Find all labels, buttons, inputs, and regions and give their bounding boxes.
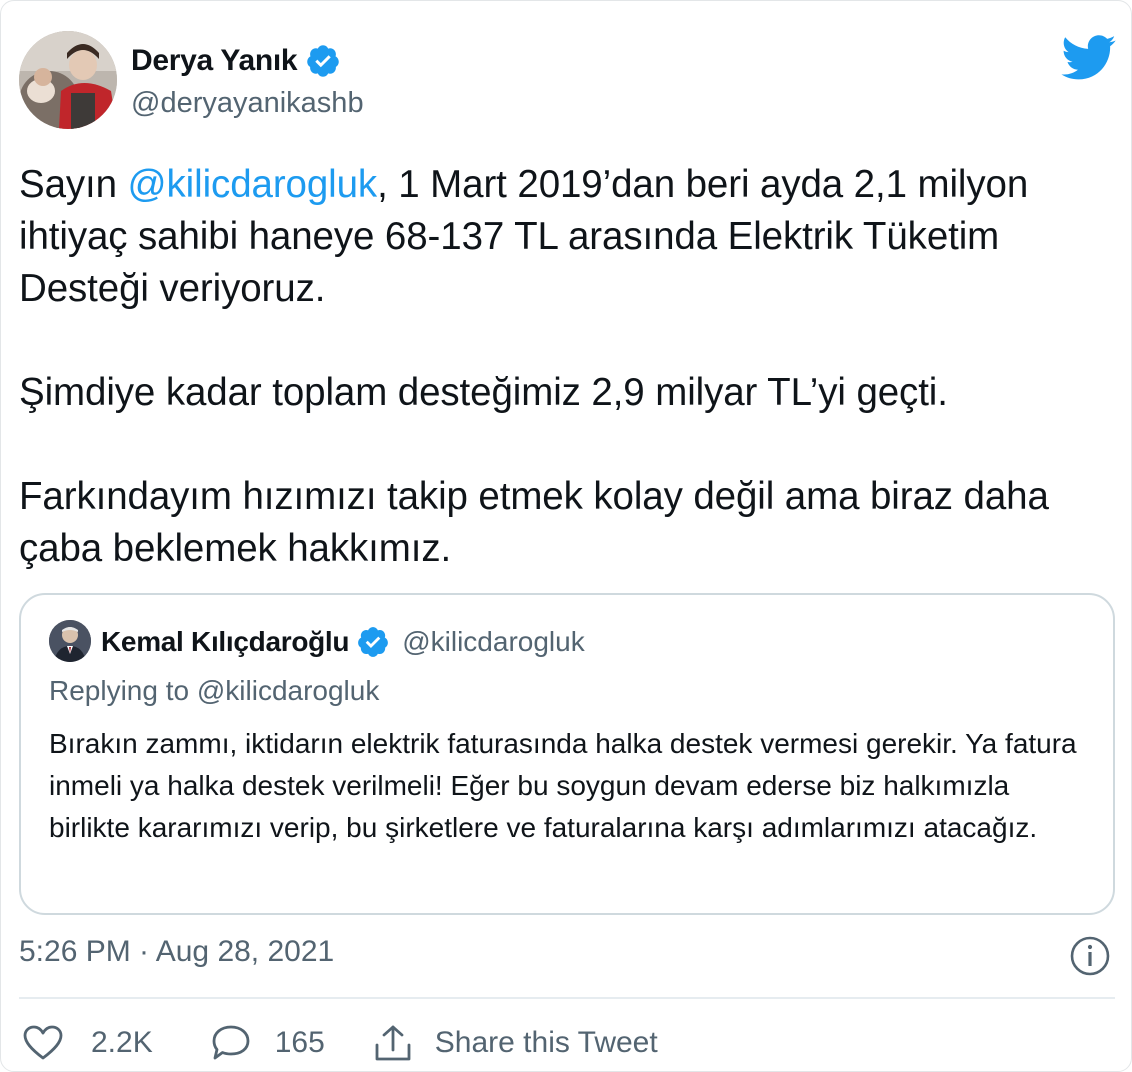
share-label: Share this Tweet (434, 1026, 658, 1059)
quoted-tweet[interactable]: Kemal Kılıçdaroğlu @kilicdarogluk Replyi… (19, 593, 1115, 915)
speech-bubble-icon (212, 1025, 250, 1060)
like-button[interactable]: 2.2K (23, 1025, 153, 1061)
author-avatar[interactable] (19, 31, 117, 129)
quoted-tweet-text: Bırakın zammı, iktidarın elektrik fatura… (49, 728, 1077, 843)
like-count: 2.2K (91, 1026, 153, 1059)
mention-link[interactable]: @kilicdarogluk (128, 163, 378, 206)
replying-to: Replying to @kilicdarogluk (49, 675, 380, 706)
verified-badge-icon (358, 627, 389, 657)
quoted-author-avatar (49, 620, 91, 662)
tweet-card: Derya Yanık @deryayanikashb Sayın @kilic… (0, 0, 1132, 1072)
reply-button[interactable]: 165 (211, 1024, 325, 1062)
tweet-text-segment: Sayın (19, 163, 128, 206)
share-tweet-button[interactable]: Share this Tweet (373, 1023, 658, 1063)
action-bar: 2.2K 165 Share this Tweet (23, 1021, 658, 1065)
twitter-bird-icon[interactable] (1061, 35, 1117, 81)
quoted-author-name: Kemal Kılıçdaroğlu (101, 626, 350, 657)
tweet-paragraph-3: Farkındayım hızımızı takip etmek kolay d… (19, 475, 1049, 570)
author-name-row: Derya Yanık (131, 41, 341, 81)
quoted-author-handle: @kilicdarogluk (402, 626, 585, 657)
tweet-paragraph-1: Sayın @kilicdarogluk, 1 Mart 2019’dan be… (19, 159, 1109, 315)
tweet-paragraph-2: Şimdiye kadar toplam desteğimiz 2,9 mily… (19, 371, 948, 414)
info-icon[interactable] (1069, 935, 1111, 977)
share-icon (375, 1025, 411, 1061)
heart-icon (23, 1025, 63, 1060)
author-name[interactable]: Derya Yanık (131, 44, 298, 78)
divider (19, 997, 1115, 999)
tweet-timestamp[interactable]: 5:26 PM · Aug 28, 2021 (19, 935, 334, 969)
tweet-text: Sayın @kilicdarogluk, 1 Mart 2019’dan be… (19, 159, 1109, 575)
verified-badge-icon (307, 45, 340, 77)
quoted-header: Kemal Kılıçdaroğlu @kilicdarogluk (101, 621, 585, 663)
reply-count: 165 (274, 1026, 325, 1059)
author-handle[interactable]: @deryayanikashb (131, 87, 364, 120)
